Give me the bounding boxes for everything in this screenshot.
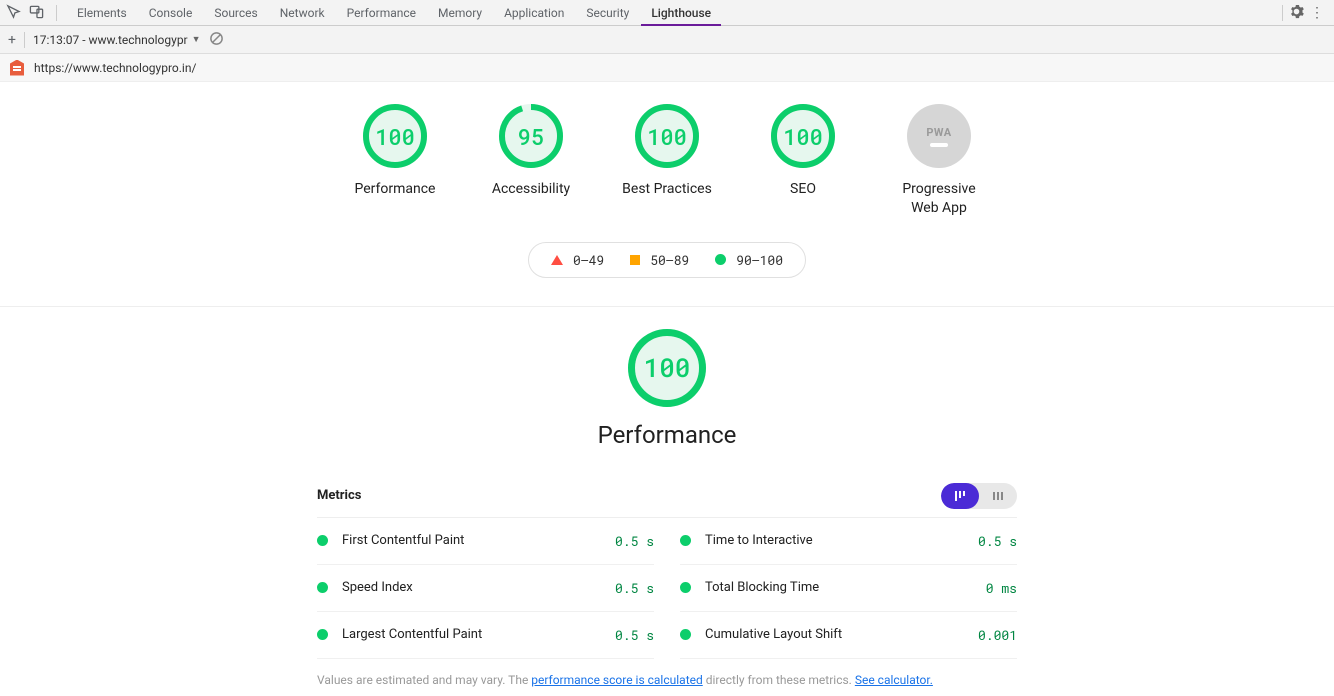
metrics-grid: First Contentful Paint 0.5 s Speed Index… <box>317 518 1017 659</box>
lighthouse-report: 100 Performance 95 Accessibility 100 Bes… <box>0 82 1334 696</box>
tab-lighthouse[interactable]: Lighthouse <box>641 0 721 26</box>
chevron-down-icon: ▼ <box>192 34 201 45</box>
gauge-score: 100 <box>771 104 835 168</box>
gauge-label: Progressive Web App <box>891 180 987 218</box>
pwa-bar-icon <box>930 143 948 147</box>
metrics-footnote: Values are estimated and may vary. The p… <box>317 673 1017 687</box>
tab-sources[interactable]: Sources <box>204 0 267 26</box>
status-dot-icon <box>680 535 691 546</box>
legend-low: 0–49 <box>573 251 604 269</box>
footnote-link-calculation[interactable]: performance score is calculated <box>531 673 702 687</box>
metric-row: Cumulative Layout Shift 0.001 <box>680 612 1017 659</box>
footnote-text: Values are estimated and may vary. The <box>317 673 531 687</box>
divider <box>56 5 57 21</box>
footnote-link-calculator[interactable]: See calculator. <box>855 673 933 687</box>
gear-icon[interactable] <box>1289 4 1304 22</box>
device-toggle-icon[interactable] <box>29 4 44 22</box>
gauge-label: Performance <box>355 180 436 199</box>
gauge-accessibility[interactable]: 95 Accessibility <box>483 104 579 218</box>
tab-console[interactable]: Console <box>139 0 203 26</box>
toggle-compact[interactable] <box>941 483 979 509</box>
metric-name: Total Blocking Time <box>705 580 819 595</box>
devtools-tab-bar: Elements Console Sources Network Perform… <box>0 0 1334 26</box>
inspect-icon[interactable] <box>6 4 21 22</box>
metric-value: 0.5 s <box>615 532 654 550</box>
tab-elements[interactable]: Elements <box>67 0 137 26</box>
metric-value: 0.5 s <box>615 579 654 597</box>
metric-value: 0.001 <box>978 626 1017 644</box>
square-orange-icon <box>630 255 640 265</box>
metric-name: Largest Contentful Paint <box>342 627 482 642</box>
legend-mid: 50–89 <box>650 251 689 269</box>
footnote-text: directly from these metrics. <box>703 673 855 687</box>
gauge-pwa[interactable]: PWA Progressive Web App <box>891 104 987 218</box>
metrics-view-toggle[interactable] <box>941 483 1017 509</box>
gauge-best-practices[interactable]: 100 Best Practices <box>619 104 715 218</box>
tab-application[interactable]: Application <box>494 0 574 26</box>
metric-row: Total Blocking Time 0 ms <box>680 565 1017 612</box>
report-url: https://www.technologypro.in/ <box>34 61 196 75</box>
metric-row: Speed Index 0.5 s <box>317 565 654 612</box>
triangle-red-icon <box>551 255 563 265</box>
status-dot-icon <box>680 582 691 593</box>
gauge-label: Accessibility <box>492 180 570 199</box>
performance-section: 100 Performance Metrics First Contentful… <box>317 329 1017 696</box>
report-selector[interactable]: 17:13:07 - www.technologypr ▼ <box>33 33 201 47</box>
metric-name: Time to Interactive <box>705 533 813 548</box>
tab-memory[interactable]: Memory <box>428 0 492 26</box>
score-legend: 0–49 50–89 90–100 <box>528 242 806 278</box>
clear-icon[interactable] <box>209 31 224 49</box>
metric-row: Largest Contentful Paint 0.5 s <box>317 612 654 659</box>
metric-row: First Contentful Paint 0.5 s <box>317 518 654 565</box>
new-report-button[interactable]: + <box>8 32 16 48</box>
metric-name: Cumulative Layout Shift <box>705 627 842 642</box>
gauge-score: 95 <box>499 104 563 168</box>
section-divider <box>0 306 1334 307</box>
tab-performance[interactable]: Performance <box>337 0 426 26</box>
gauge-score: 100 <box>363 104 427 168</box>
metric-value: 0.5 s <box>615 626 654 644</box>
metric-name: First Contentful Paint <box>342 533 464 548</box>
performance-big-score: 100 <box>628 329 706 407</box>
gauge-label: Best Practices <box>622 180 712 199</box>
tab-security[interactable]: Security <box>576 0 639 26</box>
legend-high: 90–100 <box>736 251 783 269</box>
status-dot-icon <box>317 582 328 593</box>
performance-big-gauge: 100 <box>628 329 706 407</box>
status-dot-icon <box>317 535 328 546</box>
performance-title: Performance <box>598 421 737 449</box>
status-dot-icon <box>680 629 691 640</box>
metric-row: Time to Interactive 0.5 s <box>680 518 1017 565</box>
toggle-expanded[interactable] <box>979 483 1017 509</box>
divider <box>1282 5 1283 21</box>
divider <box>24 32 25 48</box>
lighthouse-icon <box>10 60 24 76</box>
pwa-badge-text: PWA <box>926 126 951 139</box>
more-icon[interactable]: ⋮ <box>1306 5 1328 21</box>
metric-value: 0.5 s <box>978 532 1017 550</box>
status-dot-icon <box>317 629 328 640</box>
lighthouse-toolbar: + 17:13:07 - www.technologypr ▼ <box>0 26 1334 54</box>
metrics-heading: Metrics <box>317 488 361 503</box>
gauge-label: SEO <box>790 180 816 199</box>
metric-value: 0 ms <box>986 579 1017 597</box>
gauge-performance[interactable]: 100 Performance <box>347 104 443 218</box>
report-selector-label: 17:13:07 - www.technologypr <box>33 33 188 47</box>
circle-green-icon <box>715 254 726 265</box>
category-gauges: 100 Performance 95 Accessibility 100 Bes… <box>0 104 1334 218</box>
url-bar: https://www.technologypro.in/ <box>0 54 1334 82</box>
gauge-score: 100 <box>635 104 699 168</box>
metric-name: Speed Index <box>342 580 413 595</box>
tab-network[interactable]: Network <box>270 0 335 26</box>
gauge-seo[interactable]: 100 SEO <box>755 104 851 218</box>
